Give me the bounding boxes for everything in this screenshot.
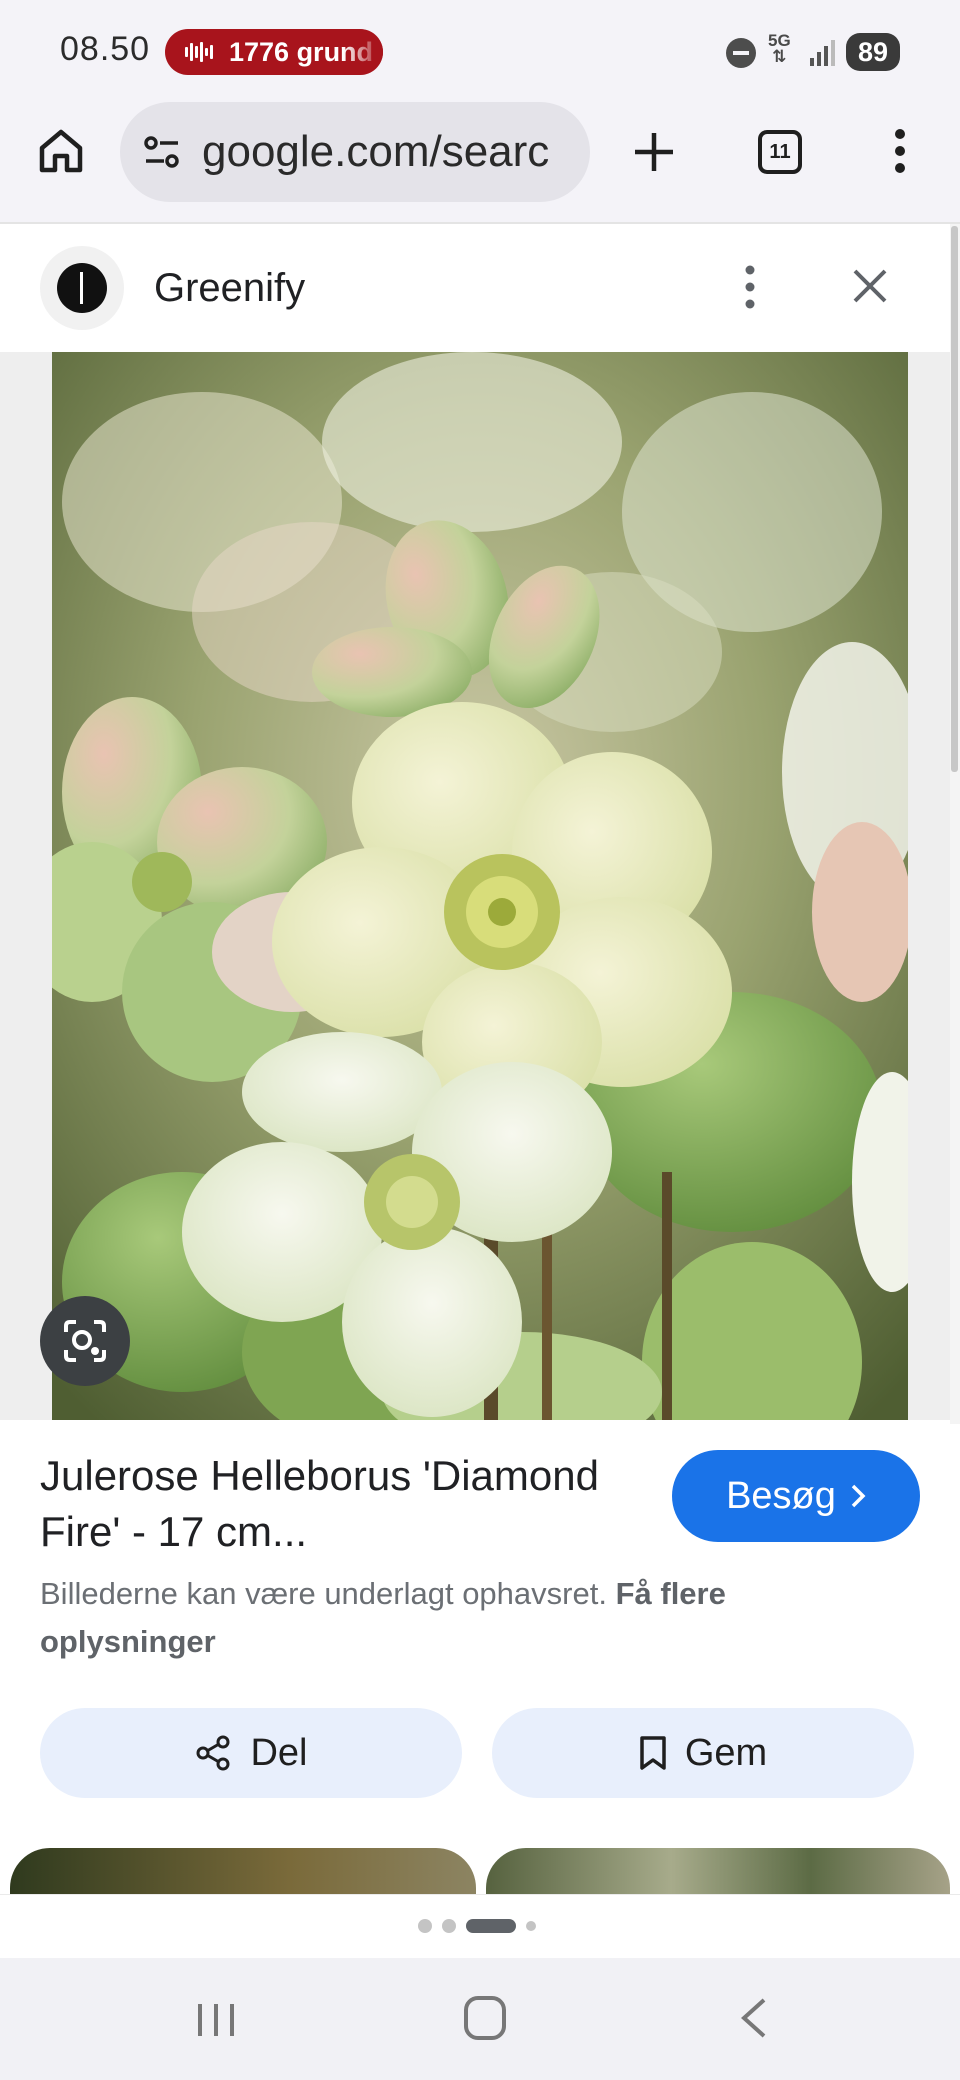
tab-count: 11 xyxy=(769,140,791,163)
chevron-right-icon xyxy=(851,1484,866,1508)
plus-icon[interactable] xyxy=(632,130,676,174)
battery-indicator: 89 xyxy=(846,33,900,71)
visit-button[interactable]: Besøg xyxy=(672,1450,920,1542)
home-icon[interactable] xyxy=(36,126,86,176)
more-vert-icon[interactable] xyxy=(894,128,906,174)
share-label: Del xyxy=(250,1731,308,1774)
recents-icon[interactable] xyxy=(194,2000,238,2040)
related-image-thumbnail[interactable] xyxy=(486,1848,950,1894)
back-icon[interactable] xyxy=(738,1996,768,2040)
product-image[interactable] xyxy=(52,352,908,1420)
system-nav-bar xyxy=(0,1958,960,2080)
result-title[interactable]: Julerose Helleborus 'Diamond Fire' - 17 … xyxy=(40,1448,600,1560)
share-button[interactable]: Del xyxy=(40,1708,462,1798)
page-dot xyxy=(442,1919,456,1933)
site-logo xyxy=(40,246,124,330)
lens-button[interactable] xyxy=(40,1296,130,1386)
signal-icon xyxy=(810,38,836,66)
tune-icon[interactable] xyxy=(142,134,182,170)
share-icon xyxy=(196,1735,230,1771)
status-time: 08.50 xyxy=(60,30,151,68)
nav-home-icon[interactable] xyxy=(464,1996,506,2040)
tabs-icon[interactable]: 11 xyxy=(758,130,802,174)
save-label: Gem xyxy=(684,1731,768,1774)
close-icon[interactable] xyxy=(850,266,890,306)
visit-label: Besøg xyxy=(726,1474,836,1517)
save-button[interactable]: Gem xyxy=(492,1708,914,1798)
scrollbar-thumb[interactable] xyxy=(951,226,958,772)
image-viewer xyxy=(0,352,950,1420)
status-bar: 08.50 1776 grund 5G ⇅ 89 xyxy=(0,0,960,100)
do-not-disturb-icon xyxy=(726,38,756,68)
recording-pill[interactable]: 1776 grund xyxy=(165,29,383,75)
copyright-text: Billederne kan være underlagt ophavsret. xyxy=(40,1576,607,1611)
page-indicator xyxy=(418,1919,536,1933)
copyright-notice: Billederne kan være underlagt ophavsret.… xyxy=(40,1570,840,1666)
pager-bar xyxy=(0,1894,960,1958)
browser-toolbar: google.com/searc 11 xyxy=(0,100,960,224)
image-panel-header: Greenify xyxy=(0,224,950,352)
page-dot xyxy=(418,1919,432,1933)
site-name[interactable]: Greenify xyxy=(154,266,305,311)
related-image-thumbnail[interactable] xyxy=(10,1848,476,1894)
page-dot xyxy=(466,1919,516,1933)
result-info: Julerose Helleborus 'Diamond Fire' - 17 … xyxy=(0,1420,950,1850)
bookmark-icon xyxy=(640,1736,666,1770)
lens-icon xyxy=(64,1320,106,1362)
url-text: google.com/searc xyxy=(202,127,550,176)
address-bar[interactable]: google.com/searc xyxy=(120,102,590,202)
page-dot xyxy=(526,1921,536,1931)
audio-wave-icon xyxy=(185,42,213,62)
more-options-icon[interactable] xyxy=(744,264,756,310)
network-5g-icon: 5G ⇅ xyxy=(768,31,791,66)
